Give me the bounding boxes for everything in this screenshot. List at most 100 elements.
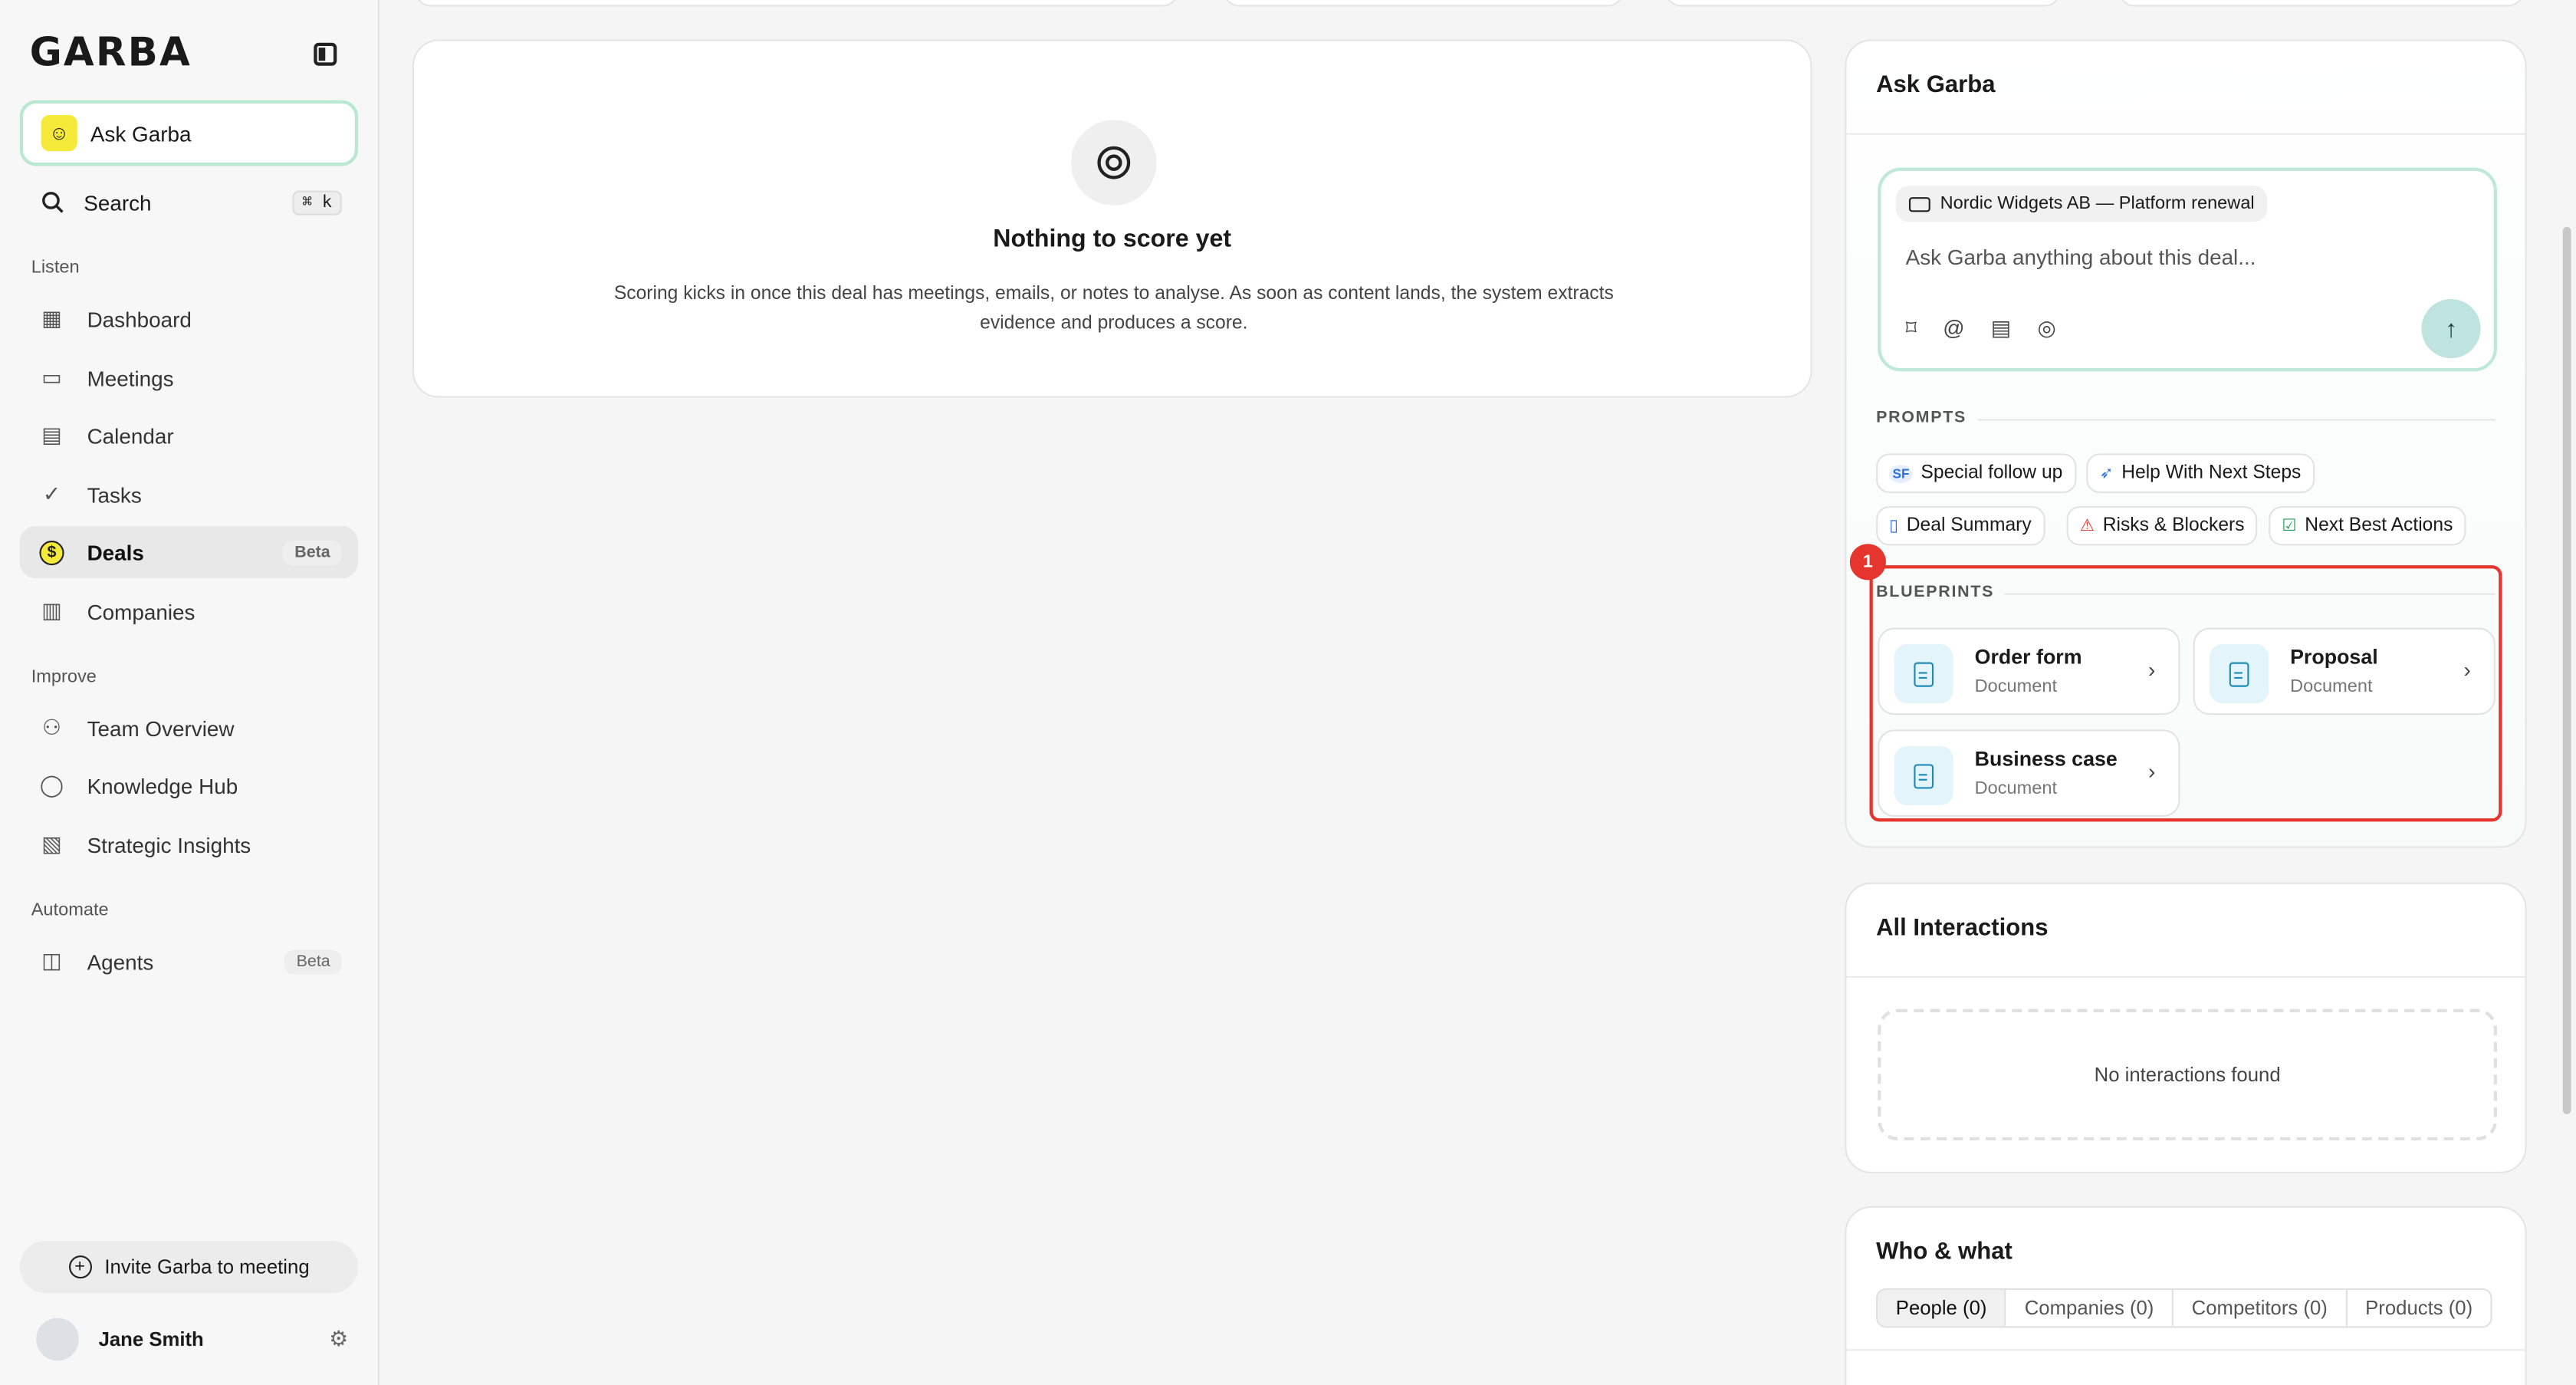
tab-companies[interactable]: Companies (0) (2006, 1290, 2174, 1327)
score-empty-description: Scoring kicks in once this deal has meet… (613, 284, 1614, 334)
sidebar-item-label: Agents (87, 949, 154, 974)
section-automate: Automate (31, 900, 109, 920)
ask-input[interactable]: Ask Garba anything about this deal... (1906, 245, 2256, 269)
sidebar-item-label: Companies (87, 599, 196, 624)
panel-title: All Interactions (1876, 915, 2049, 942)
sidebar-item-label: Meetings (87, 365, 174, 390)
beta-badge: Beta (283, 539, 342, 565)
robot-icon: ◫ (41, 948, 62, 973)
ask-garba-label: Ask Garba (90, 120, 192, 146)
calendar-icon: ▤ (41, 422, 62, 447)
sidebar-item-companies[interactable]: ▥ Companies (20, 585, 358, 638)
prompt-label: Help With Next Steps (2121, 463, 2302, 483)
sidebar-collapse-icon[interactable] (314, 42, 337, 66)
top-card (1224, 0, 1624, 7)
sidebar-item-strategic-insights[interactable]: ▧ Strategic Insights (20, 818, 358, 871)
money-icon (1908, 196, 1930, 212)
sidebar-item-tasks[interactable]: ✓ Tasks (20, 469, 358, 521)
plus-circle-icon: + (68, 1255, 92, 1279)
prompt-risks-blockers[interactable]: ⚠ Risks & Blockers (2066, 505, 2258, 546)
user-profile[interactable]: Jane Smith ⚙ (36, 1314, 348, 1364)
prompt-label: Next Best Actions (2305, 515, 2453, 536)
prompts-label: PROMPTS (1876, 409, 1967, 428)
smile-icon: ☺ (41, 114, 77, 152)
deal-context-chip[interactable]: Nordic Widgets AB — Platform renewal (1895, 186, 2268, 222)
sidebar-item-label: Knowledge Hub (87, 773, 238, 798)
mention-icon[interactable]: @ (1943, 315, 1964, 341)
bar-chart-icon: ▧ (41, 831, 62, 857)
prompt-deal-summary[interactable]: ▯ Deal Summary (1876, 505, 2045, 546)
tab-competitors[interactable]: Competitors (0) (2174, 1290, 2348, 1327)
sidebar-item-dashboard[interactable]: ▦ Dashboard (20, 292, 358, 345)
score-card: Nothing to score yet Scoring kicks in on… (412, 39, 1812, 398)
sidebar-item-label: Strategic Insights (87, 832, 251, 857)
annotation-highlight-box (1869, 565, 2502, 822)
sidebar-item-label: Dashboard (87, 306, 192, 331)
prompt-label: Special follow up (1921, 463, 2063, 483)
sidebar-item-label: Team Overview (87, 716, 235, 741)
section-listen: Listen (31, 258, 80, 278)
arrow-up-icon: ↑ (2445, 314, 2458, 343)
score-empty-title: Nothing to score yet (993, 225, 1232, 253)
top-card (416, 0, 1178, 7)
annotation-number-badge: 1 (1849, 544, 1886, 581)
panel-title: Who & what (1876, 1239, 2013, 1265)
prompt-help-next-steps[interactable]: ➶ Help With Next Steps (2086, 453, 2315, 493)
tab-products[interactable]: Products (0) (2347, 1290, 2491, 1327)
sidebar-item-team-overview[interactable]: ⚇ Team Overview (20, 702, 358, 755)
rocket-icon: ➶ (2099, 464, 2114, 482)
sidebar-item-knowledge-hub[interactable]: ◯ Knowledge Hub (20, 759, 358, 812)
scrollbar[interactable] (2562, 226, 2571, 1114)
all-interactions-panel: All Interactions No interactions found (1845, 882, 2527, 1173)
dollar-icon: $ (39, 539, 64, 565)
beta-badge: Beta (284, 949, 342, 974)
sidebar-item-agents[interactable]: ◫ Agents Beta (20, 935, 358, 988)
bookmark-icon[interactable]: ⌑ (1906, 315, 1917, 341)
tab-people[interactable]: People (0) (1878, 1290, 2007, 1327)
target-icon (1071, 120, 1157, 206)
building-icon: ▥ (41, 597, 62, 623)
who-what-panel: Who & what People (0) Companies (0) Comp… (1845, 1206, 2527, 1385)
people-icon: ⚇ (42, 715, 61, 740)
gear-icon[interactable]: ⚙ (329, 1326, 348, 1352)
divider (1977, 419, 2496, 421)
interactions-empty-state: No interactions found (1878, 1008, 2498, 1141)
prompt-label: Deal Summary (1906, 515, 2032, 536)
top-card (2119, 0, 2524, 7)
garba-logo[interactable]: GARBA (30, 30, 192, 76)
sidebar-item-label: Tasks (87, 482, 142, 508)
who-what-tabs: People (0) Companies (0) Competitors (0)… (1876, 1288, 2492, 1328)
search-shortcut: ⌘ k (292, 189, 342, 215)
search-button[interactable]: Search ⌘ k (20, 181, 358, 224)
dashboard-icon: ▦ (41, 305, 62, 331)
prompt-label: Risks & Blockers (2102, 515, 2245, 536)
document-icon: ▯ (1889, 516, 1899, 535)
input-tools: ⌑ @ ▤ ◎ (1906, 315, 2056, 341)
avatar (36, 1318, 79, 1361)
deal-context-label: Nordic Widgets AB — Platform renewal (1940, 193, 2255, 214)
sidebar-item-label: Calendar (87, 423, 174, 448)
prompt-next-best-actions[interactable]: ☑ Next Best Actions (2269, 505, 2466, 546)
check-circle-icon: ✓ (42, 481, 61, 506)
sidebar-item-meetings[interactable]: ▭ Meetings (20, 352, 358, 405)
divider (1846, 1349, 2525, 1351)
top-card (1665, 0, 2061, 7)
search-icon (39, 189, 64, 214)
divider (1846, 133, 2525, 135)
sidebar-item-label: Deals (87, 539, 144, 565)
checklist-icon: ☑ (2282, 516, 2297, 535)
lightbulb-icon: ◯ (39, 772, 64, 798)
user-name: Jane Smith (98, 1327, 204, 1351)
prompt-special-follow-up[interactable]: SF Special follow up (1876, 453, 2076, 493)
note-icon[interactable]: ▤ (1991, 315, 2011, 341)
chat-icon: ▭ (41, 364, 62, 390)
send-button[interactable]: ↑ (2421, 298, 2481, 359)
ask-garba-button[interactable]: ☺ Ask Garba (19, 100, 359, 166)
sidebar-item-deals[interactable]: $ Deals Beta (19, 525, 359, 579)
web-search-icon[interactable]: ◎ (2037, 315, 2055, 341)
sidebar-item-calendar[interactable]: ▤ Calendar (20, 410, 358, 462)
invite-garba-button[interactable]: + Invite Garba to meeting (19, 1240, 359, 1294)
sf-icon: SF (1889, 464, 1913, 482)
ask-input-box[interactable]: Nordic Widgets AB — Platform renewal Ask… (1878, 167, 2498, 372)
search-label: Search (84, 189, 152, 215)
